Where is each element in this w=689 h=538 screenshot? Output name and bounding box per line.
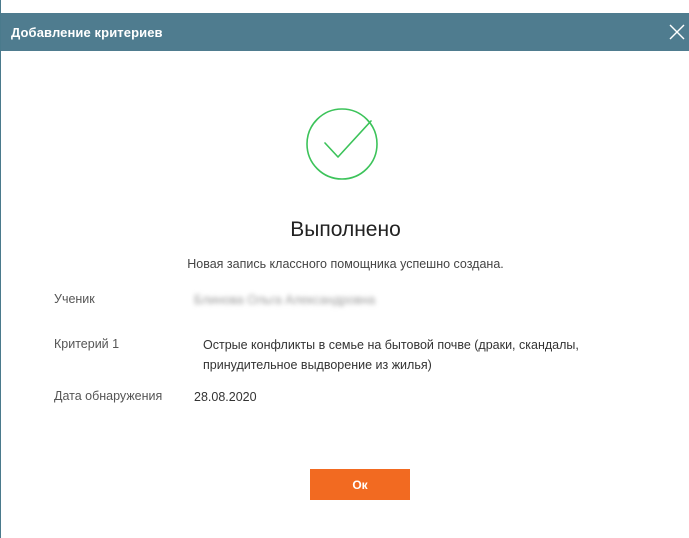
dialog-title: Добавление критериев [11,24,163,40]
check-circle-icon [306,108,378,180]
student-value: Блинова Ольга Александровна [194,293,376,307]
criterion-value: Острые конфликты в семье на бытовой почв… [203,335,579,375]
dialog-titlebar: Добавление критериев [1,13,689,51]
close-icon[interactable] [666,21,688,43]
criterion-label: Критерий 1 [54,337,120,351]
criterion-value-line-1: Острые конфликты в семье на бытовой почв… [203,338,579,352]
detection-date-value: 28.08.2020 [194,390,257,404]
add-criteria-dialog: Добавление критериев Выполнено Новая зап… [0,0,689,538]
detection-date-label: Дата обнаружения [54,389,163,403]
ok-button[interactable]: Ок [310,469,410,500]
success-heading: Выполнено [290,218,401,241]
criterion-value-line-2: принудительное выдворение из жилья) [203,358,432,372]
success-message: Новая запись классного помощника успешно… [187,257,504,271]
student-label: Ученик [54,292,95,306]
